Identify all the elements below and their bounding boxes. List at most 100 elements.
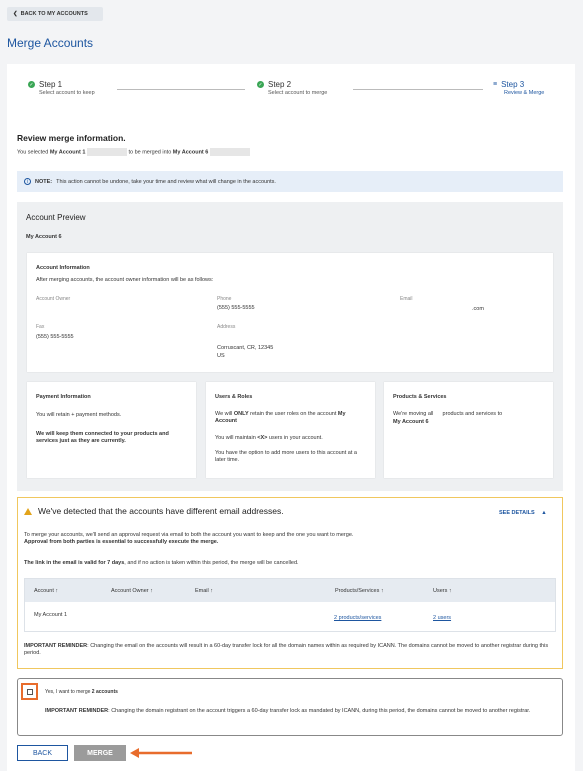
check-icon: ✓ bbox=[28, 81, 35, 88]
registrant-reminder: IMPORTANT REMINDER: Changing the domain … bbox=[45, 708, 555, 715]
list-icon: ≡ bbox=[493, 81, 498, 88]
back-to-accounts-button[interactable]: ❮ BACK TO MY ACCOUNTS bbox=[7, 7, 103, 21]
header-users[interactable]: Users ↑ bbox=[433, 588, 452, 594]
preview-account-name: My Account 6 bbox=[26, 234, 62, 240]
merge-button[interactable]: MERGE bbox=[74, 745, 126, 761]
users-text: You will maintain bbox=[215, 435, 258, 441]
chevron-up-icon: ▲ bbox=[541, 510, 547, 516]
back-to-accounts-label: BACK TO MY ACCOUNTS bbox=[20, 11, 88, 17]
header-account[interactable]: Account ↑ bbox=[34, 588, 58, 594]
header-account-owner[interactable]: Account Owner ↑ bbox=[111, 588, 153, 594]
header-label: Products/Services bbox=[335, 588, 380, 594]
reminder-label: IMPORTANT REMINDER bbox=[45, 708, 109, 714]
page-title: Merge Accounts bbox=[7, 36, 94, 50]
account-information-card: Account Information After merging accoun… bbox=[27, 253, 553, 372]
step-1-title: Step 1 bbox=[39, 80, 63, 89]
payment-line-1: You will retain + payment methods. bbox=[36, 412, 122, 418]
reminder-text: : Changing the domain registrant on the … bbox=[108, 708, 531, 714]
users-roles-card: Users & Roles We will ONLY retain the us… bbox=[206, 382, 375, 478]
table-header bbox=[25, 579, 555, 602]
users-line-2: You will maintain <X> users in your acco… bbox=[215, 435, 323, 442]
preview-title: Account Preview bbox=[26, 213, 86, 222]
users-title: Users & Roles bbox=[215, 394, 253, 400]
sort-arrow-icon: ↑ bbox=[55, 588, 59, 594]
stepper: ✓ Step 1 Select account to keep ✓ Step 2 S… bbox=[28, 80, 558, 104]
review-middle: to be merged into bbox=[128, 149, 172, 156]
step-3: ≡ Step 3 Review & Merge bbox=[493, 80, 544, 96]
info-icon: i bbox=[24, 178, 31, 185]
step-2-subtitle: Select account to merge bbox=[268, 90, 328, 96]
payment-information-card: Payment Information You will retain + pa… bbox=[27, 382, 196, 478]
account-info-title: Account Information bbox=[36, 265, 90, 271]
header-products[interactable]: Products/Services ↑ bbox=[335, 588, 384, 594]
confirm-merge-checkbox[interactable] bbox=[21, 683, 38, 700]
step-3-subtitle: Review & Merge bbox=[504, 90, 545, 96]
review-summary: You selected My Account 1 to be merged i… bbox=[17, 148, 250, 156]
owner-label: Account Owner bbox=[36, 296, 71, 302]
email-value: .com bbox=[472, 306, 484, 312]
phone-label: Phone bbox=[217, 296, 232, 302]
source-account: My Account 1 bbox=[49, 149, 86, 156]
review-prefix: You selected bbox=[17, 149, 49, 156]
warning-icon bbox=[24, 507, 32, 515]
products-line-1: We're moving all products and services t… bbox=[393, 411, 503, 417]
check-icon: ✓ bbox=[257, 81, 264, 88]
sort-arrow-icon: ↑ bbox=[210, 588, 214, 594]
step-2-title: Step 2 bbox=[268, 80, 292, 89]
warning-paragraph-2: The link in the email is valid for 7 day… bbox=[24, 560, 299, 567]
sort-arrow-icon: ↑ bbox=[150, 588, 153, 594]
address-line-2: US bbox=[217, 353, 225, 359]
header-label: Users bbox=[433, 588, 448, 594]
header-email[interactable]: Email ↑ bbox=[195, 588, 213, 594]
step-1: ✓ Step 1 Select account to keep bbox=[28, 80, 95, 96]
warning-title-text: We've detected that the accounts have di… bbox=[38, 506, 284, 516]
address-label: Address bbox=[217, 324, 236, 330]
header-label: Email bbox=[195, 588, 209, 594]
users-count: <X> bbox=[257, 435, 268, 441]
reminder-text: : Changing the email on the accounts wil… bbox=[24, 643, 549, 656]
products-title: Products & Services bbox=[393, 394, 447, 400]
phone-value: (555) 555-5555 bbox=[217, 305, 255, 311]
users-text: We will bbox=[215, 411, 234, 417]
reminder-label: IMPORTANT REMINDER bbox=[24, 643, 88, 649]
note-label: NOTE: bbox=[35, 178, 53, 185]
users-link[interactable]: 2 users bbox=[433, 615, 451, 621]
step-1-subtitle: Select account to keep bbox=[39, 90, 95, 96]
link-validity: The link in the email is valid for 7 day… bbox=[24, 560, 125, 566]
email-reminder: IMPORTANT REMINDER: Changing the email o… bbox=[24, 643, 554, 657]
confirm-count: 2 accounts bbox=[91, 689, 118, 695]
checkbox-box bbox=[26, 688, 33, 695]
see-details-toggle[interactable]: SEE DETAILS ▲ bbox=[499, 510, 547, 516]
payment-title: Payment Information bbox=[36, 394, 91, 400]
cell-account: My Account 1 bbox=[34, 612, 68, 618]
note-text: This action cannot be undone, take your … bbox=[56, 178, 276, 185]
target-account: My Account 6 bbox=[172, 149, 209, 156]
address-line-1: Corruscant, CR, 12345 bbox=[217, 345, 274, 351]
step-connector bbox=[353, 89, 483, 90]
payment-line-2: We will keep them connected to your prod… bbox=[36, 431, 169, 444]
step-3-title: Step 3 bbox=[501, 80, 525, 89]
redacted-field bbox=[209, 148, 250, 156]
step-connector bbox=[117, 89, 245, 90]
warning-title: We've detected that the accounts have di… bbox=[24, 506, 284, 516]
confirm-label: Yes, I want to merge 2 accounts bbox=[45, 689, 118, 696]
warning-text: , and if no action is taken within this … bbox=[124, 560, 299, 566]
confirm-text: Yes, I want to merge bbox=[45, 689, 92, 695]
review-title: Review merge information. bbox=[17, 133, 126, 143]
fax-value: (555) 555-5555 bbox=[36, 334, 74, 340]
users-text: users in your account. bbox=[267, 435, 323, 441]
redacted-field bbox=[86, 148, 127, 156]
confirm-panel bbox=[17, 678, 563, 736]
products-services-card: Products & Services We're moving all pro… bbox=[384, 382, 553, 478]
header-label: Account Owner bbox=[111, 588, 149, 594]
note-banner: i NOTE: This action cannot be undone, ta… bbox=[17, 171, 563, 192]
products-link[interactable]: 2 products/services bbox=[334, 615, 381, 621]
products-line-2: My Account 6 bbox=[393, 419, 429, 425]
users-line-3: You have the option to add more users to… bbox=[215, 450, 357, 463]
warning-paragraph-1: To merge your accounts, we'll send an ap… bbox=[24, 532, 554, 546]
accounts-table: Account ↑ Account Owner ↑ Email ↑ Produc… bbox=[24, 578, 556, 632]
email-label: Email bbox=[400, 296, 413, 302]
users-text: retain the user roles on the account bbox=[248, 411, 338, 417]
back-button[interactable]: BACK bbox=[17, 745, 68, 761]
fax-label: Fax bbox=[36, 324, 45, 330]
